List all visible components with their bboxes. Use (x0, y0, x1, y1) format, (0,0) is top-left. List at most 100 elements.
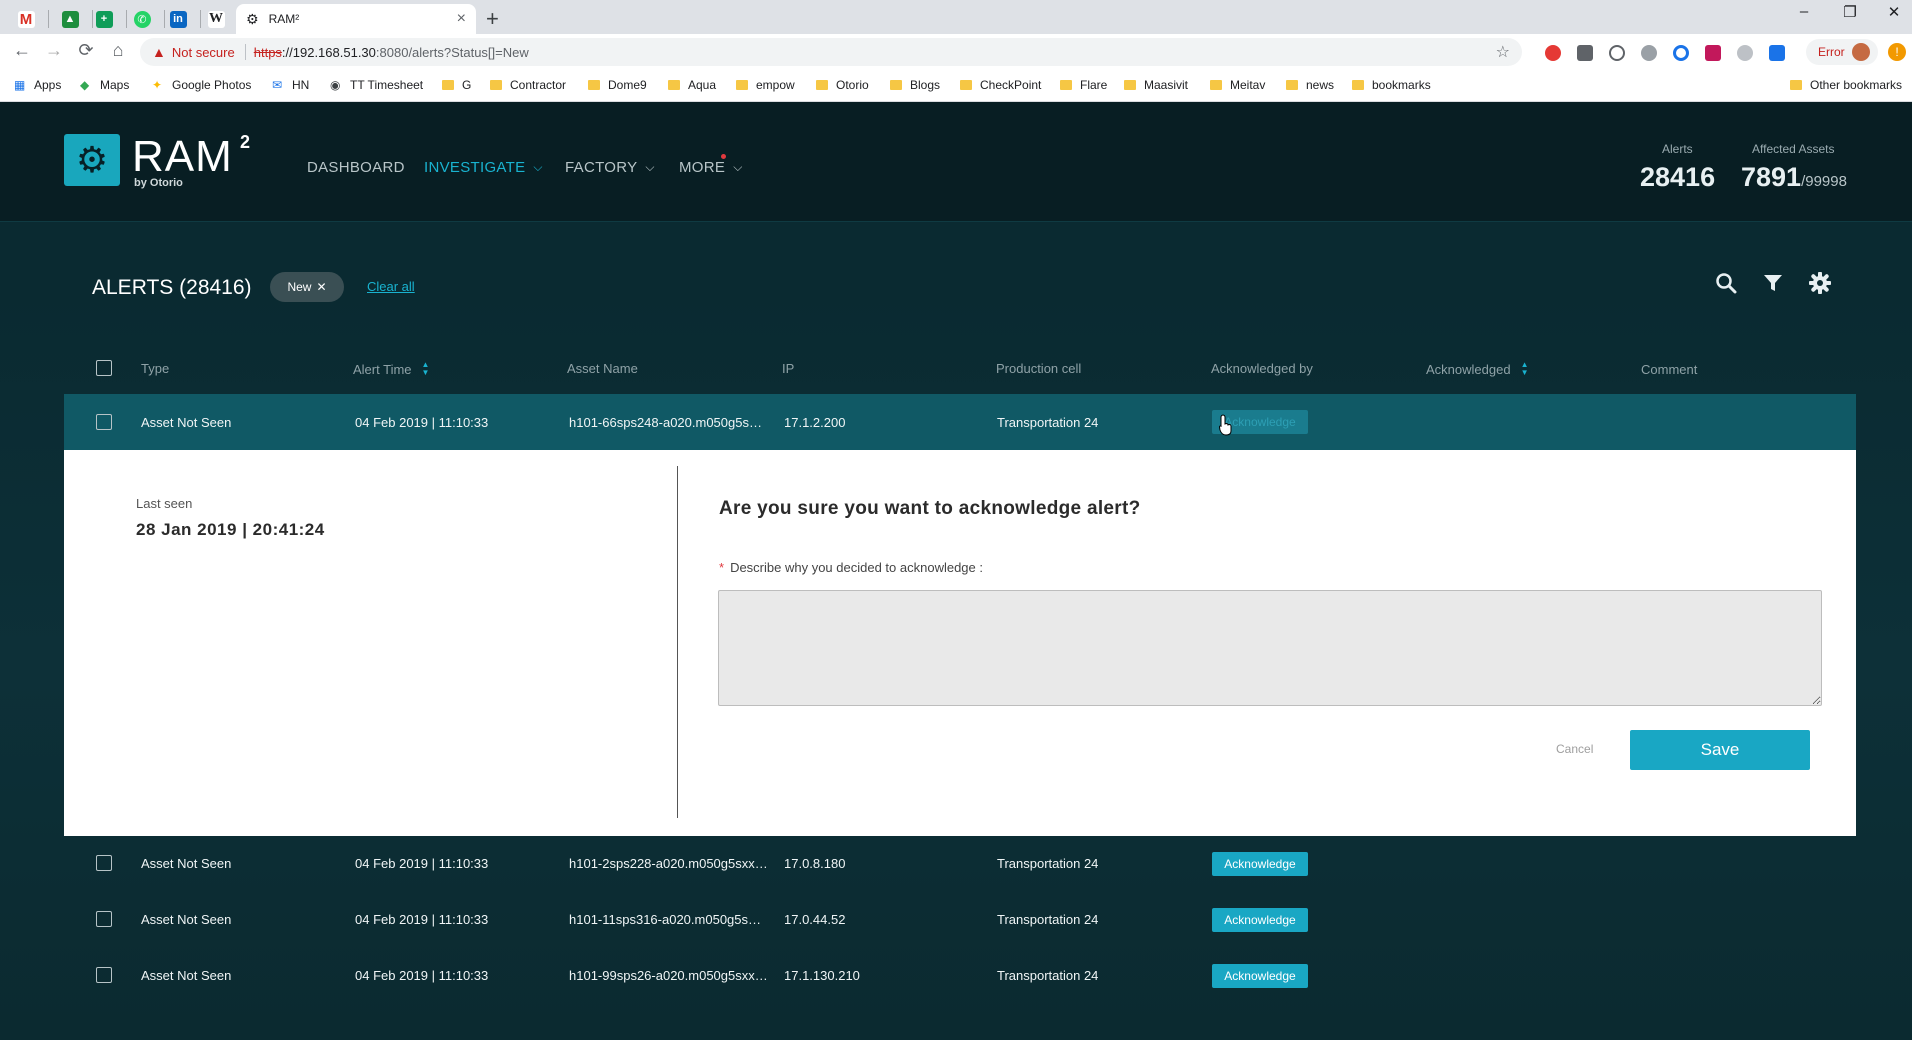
whatsapp-tab[interactable]: ✆ (122, 4, 162, 34)
describe-text: Describe why you decided to acknowledge … (730, 560, 983, 575)
bookmark-folder[interactable]: G (442, 78, 471, 92)
extension-icon[interactable] (1705, 45, 1721, 61)
column-label: Type (141, 361, 170, 376)
select-all-checkbox[interactable] (96, 360, 112, 376)
row-checkbox[interactable] (96, 911, 112, 927)
cell-type: Asset Not Seen (141, 912, 232, 927)
assets-stat-value: 7891/99998 (1741, 162, 1847, 193)
cloud-extension-icon[interactable] (1737, 45, 1753, 61)
filter-icon[interactable] (1760, 270, 1786, 296)
table-row-selected[interactable] (64, 394, 1856, 450)
bookmark-apps[interactable]: ▦ Apps (14, 78, 61, 92)
sort-icon[interactable]: ▲ ▼ (422, 361, 430, 377)
new-tab-button[interactable]: + (486, 6, 499, 32)
bookmark-folder[interactable]: CheckPoint (960, 78, 1041, 92)
nav-more[interactable]: MORE ⌵ (679, 159, 743, 176)
nav-factory[interactable]: FACTORY ⌵ (565, 159, 655, 176)
bookmark-folder[interactable]: Aqua (668, 78, 716, 92)
settings-gear-icon[interactable] (1807, 270, 1833, 296)
bookmark-folder[interactable]: empow (736, 78, 795, 92)
save-button[interactable]: Save (1630, 730, 1810, 770)
bookmark-folder[interactable]: Dome9 (588, 78, 647, 92)
close-icon[interactable]: ✕ (316, 280, 326, 294)
reload-icon[interactable]: ⟳ (74, 40, 98, 61)
cell-type: Asset Not Seen (141, 968, 232, 983)
bookmark-folder[interactable]: Meitav (1210, 78, 1265, 92)
bookmark-folder[interactable]: Blogs (890, 78, 940, 92)
bookmark-folder[interactable]: Maasivit (1124, 78, 1188, 92)
close-window-icon[interactable]: ✕ (1874, 3, 1912, 21)
minimize-icon[interactable]: – (1784, 3, 1824, 20)
column-header-production-cell[interactable]: Production cell (996, 361, 1081, 376)
row-checkbox[interactable] (96, 855, 112, 871)
cell-asset-name[interactable]: h101-66sps248-a020.m050g5s… (569, 415, 762, 430)
bookmark-maps[interactable]: ◆ Maps (80, 78, 129, 92)
bookmark-folder[interactable]: Flare (1060, 78, 1107, 92)
row-checkbox[interactable] (96, 414, 112, 430)
extension-icon[interactable] (1641, 45, 1657, 61)
column-header-ip[interactable]: IP (782, 361, 794, 376)
cancel-button[interactable]: Cancel (1556, 742, 1593, 756)
tab-close-icon[interactable]: × (457, 10, 466, 28)
cell-production-cell: Transportation 24 (997, 912, 1099, 927)
cell-asset-name[interactable]: h101-11sps316-a020.m050g5s… (569, 912, 761, 927)
bookmark-google-photos[interactable]: ✦ Google Photos (152, 78, 251, 92)
cell-asset-name[interactable]: h101-2sps228-a020.m050g5sxx… (569, 856, 768, 871)
gmail-tab[interactable]: M (6, 4, 46, 34)
tab-ram[interactable]: ⚙ RAM² × (236, 4, 476, 34)
nav-investigate[interactable]: INVESTIGATE ⌵ (424, 159, 543, 176)
acknowledge-button[interactable]: Acknowledge (1212, 852, 1308, 876)
column-header-comment[interactable]: Comment (1641, 362, 1697, 377)
extension-icon[interactable] (1673, 45, 1689, 61)
bookmark-label: G (462, 78, 472, 92)
bookmark-hn[interactable]: ✉ HN (272, 78, 309, 92)
profile-error-button[interactable]: Error (1806, 39, 1878, 65)
bookmark-folder[interactable]: bookmarks (1352, 78, 1431, 92)
other-bookmarks[interactable]: Other bookmarks (1790, 78, 1902, 92)
cell-asset-name[interactable]: h101-99sps26-a020.m050g5sxx… (569, 968, 768, 983)
home-icon[interactable]: ⌂ (106, 40, 130, 61)
opera-extension-icon[interactable] (1545, 45, 1561, 61)
column-header-acknowledged[interactable]: Acknowledged ▲ ▼ (1426, 361, 1528, 377)
filter-chip-new[interactable]: New ✕ (270, 272, 344, 302)
bookmark-label: Meitav (1230, 78, 1266, 92)
extension-icon[interactable] (1609, 45, 1625, 61)
linkedin-tab[interactable]: in (158, 4, 198, 34)
nav-dashboard[interactable]: DASHBOARD (307, 159, 405, 176)
acknowledge-button[interactable]: Acknowledge (1212, 908, 1308, 932)
bookmark-label: news (1306, 78, 1335, 92)
bookmark-tt-timesheet[interactable]: ◉ TT Timesheet (330, 78, 423, 92)
bookmark-folder[interactable]: Otorio (816, 78, 869, 92)
bookmark-folder[interactable]: Contractor (490, 78, 566, 92)
folder-icon (1124, 80, 1136, 90)
cell-production-cell: Transportation 24 (997, 968, 1099, 983)
address-bar[interactable]: ▲ Not secure https ://192.168.51.30 :808… (140, 38, 1522, 66)
extension-icon[interactable] (1577, 45, 1593, 61)
column-header-alert-time[interactable]: Alert Time ▲ ▼ (353, 361, 429, 377)
column-header-acknowledged-by[interactable]: Acknowledged by (1211, 361, 1313, 376)
ram-logo-icon[interactable]: ⚙ (64, 134, 120, 186)
acknowledge-button[interactable]: Acknowledge (1212, 964, 1308, 988)
column-header-asset-name[interactable]: Asset Name (567, 361, 638, 376)
acknowledge-reason-textarea[interactable] (718, 590, 1822, 706)
wikipedia-icon: W (207, 10, 225, 28)
bookmark-folder[interactable]: news (1286, 78, 1334, 92)
gear-logo-icon: ⚙ (75, 139, 109, 180)
forward-icon[interactable]: → (42, 40, 66, 61)
sort-icon[interactable]: ▲ ▼ (1521, 361, 1529, 377)
browser-menu-icon[interactable]: ! (1888, 43, 1906, 61)
row-checkbox[interactable] (96, 967, 112, 983)
bookmark-star-icon[interactable]: ☆ (1496, 42, 1510, 62)
column-header-type[interactable]: Type (141, 361, 169, 376)
restore-icon[interactable]: ❐ (1830, 3, 1870, 21)
search-icon[interactable] (1713, 270, 1739, 296)
back-icon[interactable]: ← (10, 40, 34, 61)
cell-type: Asset Not Seen (141, 415, 232, 430)
chat-extension-icon[interactable] (1769, 45, 1785, 61)
sheets-tab[interactable]: + (84, 4, 124, 34)
wikipedia-tab[interactable]: W (196, 4, 236, 34)
bookmark-label: TT Timesheet (350, 78, 424, 92)
tab-separator (48, 10, 49, 28)
clear-all-link[interactable]: Clear all (367, 279, 415, 294)
error-label: Error (1818, 45, 1845, 59)
